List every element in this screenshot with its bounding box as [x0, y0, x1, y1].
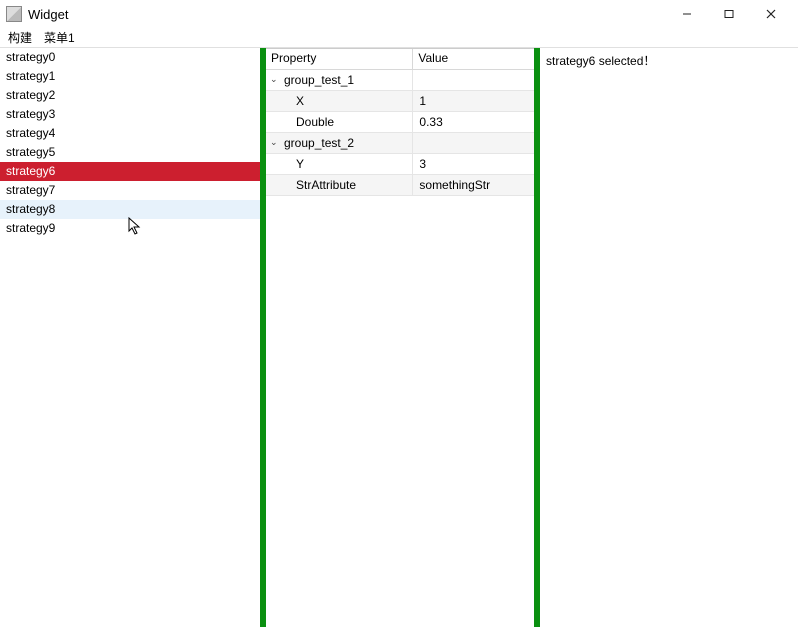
menu-1[interactable]: 菜单1 [40, 28, 83, 47]
property-row[interactable]: X1 [266, 91, 534, 112]
window-title: Widget [28, 7, 68, 22]
list-item[interactable]: strategy7 [0, 181, 260, 200]
menu-build[interactable]: 构建 [4, 28, 40, 47]
close-button[interactable] [750, 1, 792, 27]
status-panel: strategy6 selected！ [540, 48, 798, 627]
list-item[interactable]: strategy6 [0, 162, 260, 181]
property-group-row[interactable]: ⌄group_test_1 [266, 70, 534, 91]
property-group-label: group_test_2 [284, 133, 354, 154]
titlebar: Widget [0, 0, 798, 28]
list-item[interactable]: strategy0 [0, 48, 260, 67]
property-key: Y [296, 154, 304, 175]
app-icon [6, 6, 22, 22]
list-item[interactable]: strategy4 [0, 124, 260, 143]
property-key: Double [296, 112, 334, 133]
property-group-label: group_test_1 [284, 70, 354, 91]
property-key: StrAttribute [296, 175, 356, 196]
list-item[interactable]: strategy3 [0, 105, 260, 124]
property-value: somethingStr [419, 175, 490, 196]
property-key-cell: Y [266, 154, 413, 174]
property-key-cell: X [266, 91, 413, 111]
property-value-cell[interactable]: somethingStr [413, 175, 534, 195]
list-item[interactable]: strategy8 [0, 200, 260, 219]
window-controls [666, 1, 792, 27]
property-group-label-cell: ⌄group_test_2 [266, 133, 413, 153]
maximize-button[interactable] [708, 1, 750, 27]
property-value-cell[interactable]: 0.33 [413, 112, 534, 132]
expand-arrow-icon[interactable]: ⌄ [270, 132, 280, 153]
property-group-value-cell [413, 70, 534, 90]
list-item[interactable]: strategy9 [0, 219, 260, 238]
property-value: 1 [419, 91, 426, 112]
minimize-icon [682, 9, 692, 19]
list-item[interactable]: strategy2 [0, 86, 260, 105]
property-header-property[interactable]: Property [266, 49, 413, 69]
property-panel: Property Value ⌄group_test_1X1Double0.33… [266, 48, 534, 627]
property-value: 3 [419, 154, 426, 175]
property-group-row[interactable]: ⌄group_test_2 [266, 133, 534, 154]
property-header-value[interactable]: Value [413, 49, 534, 69]
expand-arrow-icon[interactable]: ⌄ [270, 69, 280, 90]
property-tree: ⌄group_test_1X1Double0.33⌄group_test_2Y3… [266, 70, 534, 196]
list-item[interactable]: strategy1 [0, 67, 260, 86]
property-key-cell: StrAttribute [266, 175, 413, 195]
property-value-cell[interactable]: 3 [413, 154, 534, 174]
property-key: X [296, 91, 304, 112]
property-row[interactable]: Y3 [266, 154, 534, 175]
property-group-label-cell: ⌄group_test_1 [266, 70, 413, 90]
property-group-value-cell [413, 133, 534, 153]
property-value: 0.33 [419, 112, 442, 133]
property-row[interactable]: Double 0.33 [266, 112, 534, 133]
content-area: strategy0strategy1strategy2strategy3stra… [0, 48, 798, 627]
strategy-list-panel: strategy0strategy1strategy2strategy3stra… [0, 48, 260, 627]
minimize-button[interactable] [666, 1, 708, 27]
property-header-row: Property Value [266, 49, 534, 70]
maximize-icon [724, 9, 734, 19]
menubar: 构建 菜单1 [0, 28, 798, 48]
list-item[interactable]: strategy5 [0, 143, 260, 162]
property-value-cell[interactable]: 1 [413, 91, 534, 111]
property-key-cell: Double [266, 112, 413, 132]
property-row[interactable]: StrAttribute somethingStr [266, 175, 534, 196]
close-icon [766, 9, 776, 19]
status-message: strategy6 selected！ [546, 54, 655, 68]
